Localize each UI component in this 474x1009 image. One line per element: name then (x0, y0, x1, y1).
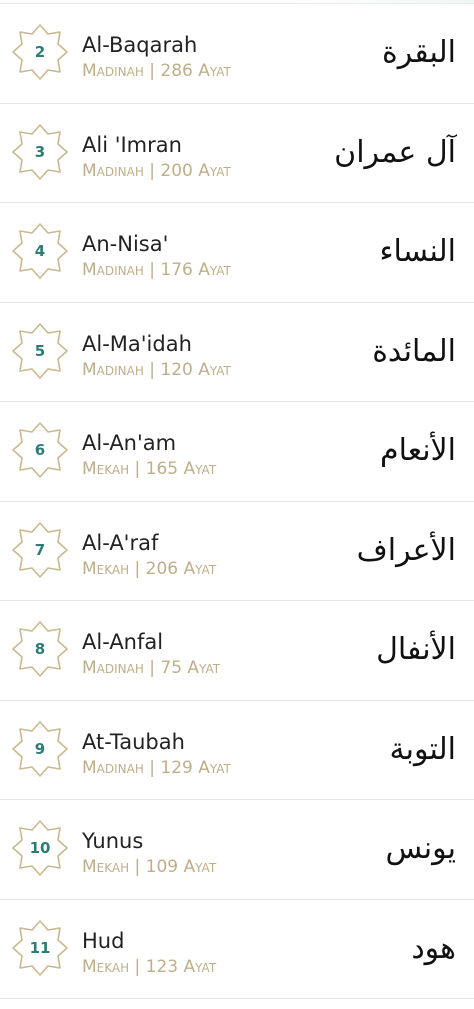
surah-name: Yunus (82, 829, 144, 853)
surah-name: Al-Baqarah (82, 33, 198, 57)
surah-text-block: Hud Mekah | 123 Ayat (82, 928, 216, 979)
surah-number: 3 (34, 142, 46, 161)
surah-list-item-11[interactable]: 11 Hud Mekah | 123 Ayat هود (0, 900, 474, 999)
surah-text-block: Yunus Mekah | 109 Ayat (82, 828, 216, 879)
surah-meta: Madinah | 129 Ayat (82, 757, 231, 778)
surah-text-block: Al-An'am Mekah | 165 Ayat (82, 430, 216, 481)
surah-list-item-3[interactable]: 3 Ali 'Imran Madinah | 200 Ayat آل عمران (0, 104, 474, 203)
surah-number-badge: 5 (10, 321, 70, 381)
surah-arabic-name: هود (411, 930, 456, 966)
surah-meta: Madinah | 286 Ayat (82, 61, 231, 81)
surah-number-badge: 9 (10, 719, 70, 779)
surah-meta: Madinah | 200 Ayat (82, 160, 231, 181)
surah-list: 2 Al-Baqarah Madinah | 286 Ayat البقرة 3… (0, 4, 474, 999)
surah-name: At-Taubah (82, 729, 185, 754)
surah-text-block: Al-Ma'idah Madinah | 120 Ayat (82, 331, 231, 382)
surah-list-item-4[interactable]: 4 An-Nisa' Madinah | 176 Ayat النساء (0, 203, 474, 303)
surah-number-badge: 2 (10, 22, 70, 82)
surah-arabic-name: يونس (385, 831, 456, 867)
surah-meta: Madinah | 176 Ayat (82, 260, 231, 280)
surah-text-block: Al-A'raf Mekah | 206 Ayat (82, 530, 216, 581)
surah-name: Ali 'Imran (82, 132, 182, 157)
surah-list-item-8[interactable]: 8 Al-Anfal Madinah | 75 Ayat الأنفال (0, 601, 474, 701)
surah-arabic-name: الأنفال (376, 632, 456, 668)
surah-number-badge: 8 (10, 619, 70, 679)
surah-meta: Mekah | 109 Ayat (82, 857, 217, 877)
surah-name: Al-Anfal (82, 630, 164, 654)
surah-arabic-name: النساء (379, 234, 456, 270)
surah-text-block: An-Nisa' Madinah | 176 Ayat (82, 231, 231, 282)
surah-name: An-Nisa' (82, 232, 169, 256)
surah-name: Al-Ma'idah (82, 331, 192, 356)
surah-list-item-10[interactable]: 10 Yunus Mekah | 109 Ayat يونس (0, 800, 474, 900)
surah-arabic-name: الأنعام (380, 433, 456, 469)
surah-meta: Madinah | 75 Ayat (82, 658, 221, 678)
surah-list-item-7[interactable]: 7 Al-A'raf Mekah | 206 Ayat الأعراف (0, 502, 474, 601)
surah-text-block: Ali 'Imran Madinah | 200 Ayat (82, 132, 231, 183)
surah-number-badge: 3 (10, 122, 70, 182)
surah-number: 9 (34, 739, 46, 758)
surah-number-badge: 7 (10, 520, 70, 580)
surah-name: Al-An'am (82, 431, 177, 455)
surah-meta: Mekah | 123 Ayat (82, 956, 217, 977)
surah-arabic-name: التوبة (389, 731, 456, 767)
surah-number-badge: 6 (10, 420, 70, 480)
surah-meta: Mekah | 165 Ayat (82, 459, 217, 479)
surah-number: 5 (34, 341, 46, 360)
surah-text-block: Al-Baqarah Madinah | 286 Ayat (82, 32, 231, 83)
surah-number: 4 (34, 242, 46, 261)
surah-text-block: Al-Anfal Madinah | 75 Ayat (82, 629, 220, 680)
surah-list-item-2[interactable]: 2 Al-Baqarah Madinah | 286 Ayat البقرة (0, 4, 474, 104)
surah-number: 10 (29, 839, 51, 858)
surah-arabic-name: آل عمران (334, 134, 456, 170)
surah-name: Al-A'raf (82, 530, 159, 555)
surah-number: 11 (29, 938, 51, 957)
surah-text-block: At-Taubah Madinah | 129 Ayat (82, 729, 231, 780)
surah-number-badge: 11 (10, 918, 70, 978)
surah-number-badge: 4 (10, 221, 70, 281)
surah-meta: Mekah | 206 Ayat (82, 558, 217, 579)
surah-arabic-name: الأعراف (356, 532, 456, 568)
surah-arabic-name: البقرة (382, 35, 456, 71)
surah-number: 8 (34, 640, 46, 659)
surah-number-badge: 10 (10, 818, 70, 878)
surah-number: 7 (34, 540, 46, 559)
surah-arabic-name: المائدة (372, 333, 456, 369)
surah-list-item-9[interactable]: 9 At-Taubah Madinah | 129 Ayat التوبة (0, 701, 474, 800)
surah-name: Hud (82, 928, 125, 953)
surah-list-item-5[interactable]: 5 Al-Ma'idah Madinah | 120 Ayat المائدة (0, 303, 474, 402)
surah-list-item-6[interactable]: 6 Al-An'am Mekah | 165 Ayat الأنعام (0, 402, 474, 502)
surah-meta: Madinah | 120 Ayat (82, 359, 231, 380)
surah-number: 2 (34, 43, 46, 62)
surah-number: 6 (34, 441, 46, 460)
